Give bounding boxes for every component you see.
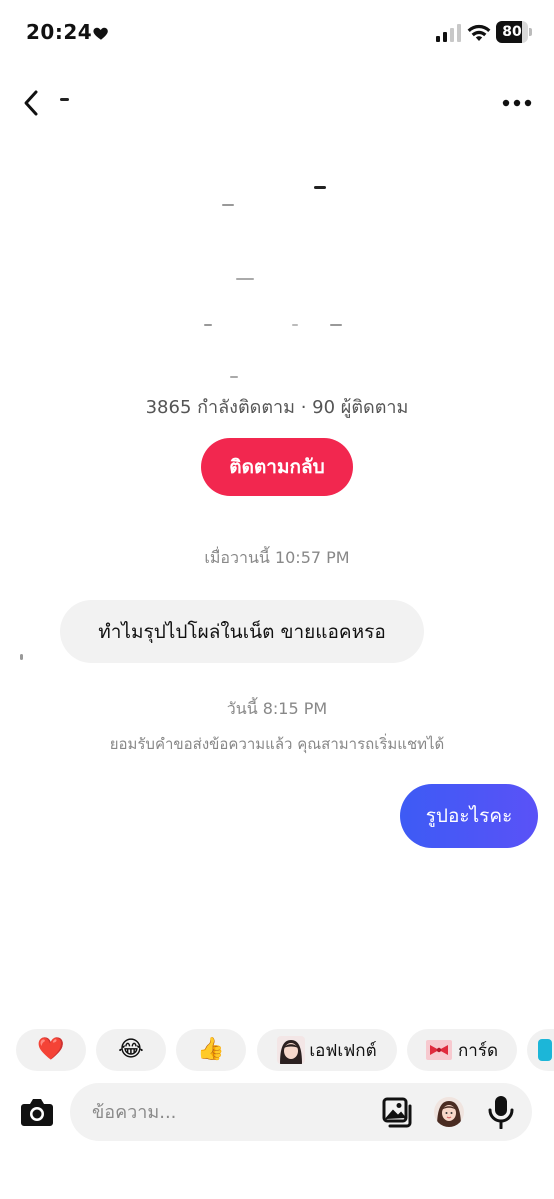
outgoing-message-bubble[interactable]: รูปอะไรคะ: [400, 784, 538, 848]
avatar-button[interactable]: [434, 1097, 464, 1127]
timestamp-today: วันนี้ 8:15 PM: [226, 699, 328, 718]
quick-reactions-row: ❤️ 😂 👍 เอฟเฟกต์ การ์ด: [16, 1029, 554, 1071]
back-button[interactable]: [14, 86, 48, 120]
thumbs-up-emoji: 👍: [197, 1037, 225, 1062]
microphone-button[interactable]: [486, 1095, 516, 1129]
follow-back-button[interactable]: ติดตามกลับ: [201, 438, 353, 496]
heart-icon: [93, 27, 108, 40]
effects-label: เอฟเฟกต์: [309, 1040, 377, 1061]
status-time: 20:24: [26, 20, 93, 44]
effect-avatar-icon: [277, 1036, 306, 1064]
incoming-message-bubble[interactable]: ทำไมรุปไปโผล่ในเน็ต ขายแอคหรอ: [60, 600, 424, 663]
heart-emoji: ❤️: [37, 1037, 65, 1062]
more-options-button[interactable]: [498, 86, 536, 120]
card-label: การ์ด: [457, 1040, 498, 1061]
battery-level: 80: [502, 24, 522, 40]
more-icon: [502, 99, 532, 107]
quick-reaction-heart[interactable]: ❤️: [16, 1029, 86, 1071]
redacted-sender-avatar: [20, 654, 23, 660]
message-input[interactable]: [92, 1083, 372, 1141]
more-chip[interactable]: [527, 1029, 554, 1071]
sticker-icon: [538, 1039, 552, 1061]
camera-button[interactable]: [20, 1096, 54, 1128]
status-bar: 20:24 80: [0, 0, 554, 64]
wifi-icon: [467, 24, 491, 41]
message-composer: [70, 1083, 532, 1141]
card-chip[interactable]: การ์ด: [407, 1029, 517, 1071]
timestamp-yesterday: เมื่อวานนี้ 10:57 PM: [204, 548, 350, 567]
gallery-button[interactable]: [382, 1097, 414, 1129]
back-arrow-icon: [24, 90, 38, 116]
quick-reaction-thumbs-up[interactable]: 👍: [176, 1029, 246, 1071]
gift-card-icon: [425, 1040, 452, 1060]
redacted-username: [60, 98, 69, 101]
effects-chip[interactable]: เอฟเฟกต์: [257, 1029, 397, 1071]
signal-icon: [436, 24, 461, 42]
battery-icon: 80: [496, 21, 532, 43]
quick-reaction-laugh[interactable]: 😂: [96, 1029, 166, 1071]
system-note: ยอมรับคำขอส่งข้อความแล้ว คุณสามารถเริ่มแ…: [109, 735, 445, 753]
follow-stats: 3865 กำลังติดตาม · 90 ผู้ติดตาม: [145, 397, 409, 418]
laugh-emoji: 😂: [118, 1037, 144, 1062]
